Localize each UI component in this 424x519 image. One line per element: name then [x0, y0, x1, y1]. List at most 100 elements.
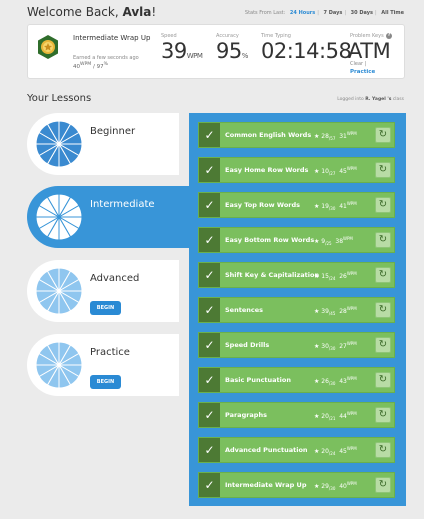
stats-card: Intermediate Wrap Up Earned a few second… [27, 24, 405, 79]
lesson-progress-icon [35, 193, 83, 241]
lesson-row-stars-total: /25 [325, 241, 332, 247]
lesson-row-name: Paragraphs [225, 411, 267, 419]
lesson-row[interactable]: ✓ Shift Key & Capitalization ★ 15/24 26WPM… [198, 262, 395, 288]
badge-accuracy: / 97 [91, 63, 104, 70]
lesson-row-score: ★ 19/30 41WPM [314, 201, 372, 211]
redo-icon[interactable]: ↻ [375, 232, 391, 248]
lesson-row-stars: ★ 15 [314, 273, 329, 280]
lesson-row[interactable]: ✓ Intermediate Wrap Up ★ 29/30 40WPM ↻ [198, 472, 395, 498]
lesson-row-stars: ★ 20 [314, 413, 329, 420]
redo-icon[interactable]: ↻ [375, 407, 391, 423]
lesson-row-wpm: 38 [335, 238, 344, 245]
badge-wpm-unit: WPM [80, 62, 92, 67]
lesson-row-name: Shift Key & Capitalization [225, 271, 320, 279]
check-icon: ✓ [199, 368, 220, 392]
logged-into-text: Logged into R. Yagel 's class [337, 97, 404, 102]
badge-accuracy-unit: % [103, 62, 108, 67]
lesson-progress-icon [35, 267, 83, 315]
lesson-row-name: Intermediate Wrap Up [225, 481, 307, 489]
lesson-name: Advanced [90, 273, 140, 284]
redo-icon[interactable]: ↻ [375, 267, 391, 283]
redo-icon[interactable]: ↻ [375, 372, 391, 388]
lesson-card-intermediate[interactable]: Intermediate [27, 186, 192, 248]
lesson-card-beginner[interactable]: Beginner [27, 113, 179, 175]
lesson-row-stars-total: /27 [328, 171, 336, 177]
stats-from-label: Stats From Last: [244, 10, 286, 16]
lesson-row[interactable]: ✓ Easy Top Row Words ★ 19/30 41WPM ↻ [198, 192, 395, 218]
range-all-time[interactable]: All Time [381, 10, 404, 16]
lesson-row[interactable]: ✓ Easy Home Row Words ★ 10/27 45WPM ↻ [198, 157, 395, 183]
lesson-row[interactable]: ✓ Speed Drills ★ 30/30 27WPM ↻ [198, 332, 395, 358]
range-separator: | [344, 10, 347, 16]
lesson-row-stars: ★ 19 [314, 203, 329, 210]
lesson-row[interactable]: ✓ Basic Punctuation ★ 26/30 43WPM ↻ [198, 367, 395, 393]
lesson-row-wpm: 28 [339, 308, 347, 315]
lesson-card-practice[interactable]: Practice BEGIN [27, 334, 179, 396]
lesson-row-wpm: 41 [339, 203, 347, 210]
lesson-row-name: Advanced Punctuation [225, 446, 308, 454]
lesson-row-name: Speed Drills [225, 341, 270, 349]
check-icon: ✓ [199, 228, 220, 252]
lesson-row-wpm: 40 [339, 483, 347, 490]
begin-button[interactable]: BEGIN [90, 301, 121, 315]
range-24-hours[interactable]: 24 Hours [290, 10, 315, 16]
begin-button[interactable]: BEGIN [90, 375, 121, 389]
badge-earned: Earned a few seconds ago [73, 55, 139, 61]
check-icon: ✓ [199, 158, 220, 182]
your-lessons-title: Your Lessons [27, 93, 92, 104]
redo-icon[interactable]: ↻ [375, 477, 391, 493]
lesson-row-score: ★ 9/25 38WPM [314, 236, 372, 246]
lesson-row-stars: ★ 30 [314, 343, 329, 350]
lesson-row-stars: ★ 28 [314, 133, 329, 140]
range-separator: | [317, 10, 319, 16]
lesson-card-advanced[interactable]: Advanced BEGIN [27, 260, 179, 322]
lesson-row[interactable]: ✓ Easy Bottom Row Words ★ 9/25 38WPM ↻ [198, 227, 395, 253]
redo-icon[interactable]: ↻ [375, 442, 391, 458]
check-icon: ✓ [199, 333, 220, 357]
lesson-row-stars-total: /45 [328, 311, 336, 317]
lesson-row-wpm-unit: WPM [346, 411, 357, 416]
speed-number: 39 [161, 39, 187, 63]
check-icon: ✓ [199, 193, 220, 217]
lesson-row-wpm: 27 [339, 343, 347, 350]
lesson-row-wpm-unit: WPM [343, 236, 353, 241]
redo-icon[interactable]: ↻ [375, 162, 391, 178]
lesson-row-name: Basic Punctuation [225, 376, 291, 384]
redo-icon[interactable]: ↻ [375, 197, 391, 213]
medal-icon [38, 35, 58, 59]
top-bar: Welcome Back, Avla! Stats From Last: 24 … [0, 0, 424, 24]
lesson-row-stars-total: /30 [328, 381, 336, 387]
redo-icon[interactable]: ↻ [375, 337, 391, 353]
lesson-row-wpm: 45 [339, 448, 347, 455]
lesson-row[interactable]: ✓ Paragraphs ★ 20/21 44WPM ↻ [198, 402, 395, 428]
clear-link[interactable]: Clear | [350, 61, 366, 67]
redo-icon[interactable]: ↻ [375, 302, 391, 318]
lesson-name: Practice [90, 347, 130, 358]
logged-into-prefix: Logged into [337, 97, 366, 102]
lesson-row-name: Easy Top Row Words [225, 201, 301, 209]
check-icon: ✓ [199, 123, 220, 147]
lesson-row-score: ★ 20/21 44WPM [314, 411, 372, 421]
lesson-row-score: ★ 28/57 31WPM [314, 131, 372, 141]
redo-icon[interactable]: ↻ [375, 127, 391, 143]
range-30-days[interactable]: 30 Days [351, 10, 373, 16]
accuracy-number: 95 [216, 39, 242, 63]
lesson-row-wpm-unit: WPM [346, 481, 357, 486]
check-icon: ✓ [199, 403, 220, 427]
range-7-days[interactable]: 7 Days [324, 10, 343, 16]
lesson-row-wpm: 43 [339, 378, 347, 385]
welcome-suffix: ! [151, 5, 157, 19]
badge-title: Intermediate Wrap Up [73, 34, 151, 42]
lesson-row[interactable]: ✓ Sentences ★ 39/45 28WPM ↻ [198, 297, 395, 323]
practice-link[interactable]: Practice [350, 69, 375, 75]
lesson-row[interactable]: ✓ Common English Words ★ 28/57 31WPM ↻ [198, 122, 395, 148]
lesson-row-stars-total: /24 [328, 276, 336, 282]
lesson-row-wpm-unit: WPM [346, 376, 357, 381]
user-name: Avla [122, 5, 152, 19]
lesson-row[interactable]: ✓ Advanced Punctuation ★ 20/24 45WPM ↻ [198, 437, 395, 463]
lesson-row-wpm: 26 [339, 273, 347, 280]
lesson-row-stars-total: /57 [328, 136, 336, 142]
lesson-row-name: Easy Home Row Words [225, 166, 309, 174]
lesson-row-stars: ★ 26 [314, 378, 329, 385]
stats-range-selector: Stats From Last: 24 Hours | 7 Days | 30 Da… [242, 10, 404, 16]
